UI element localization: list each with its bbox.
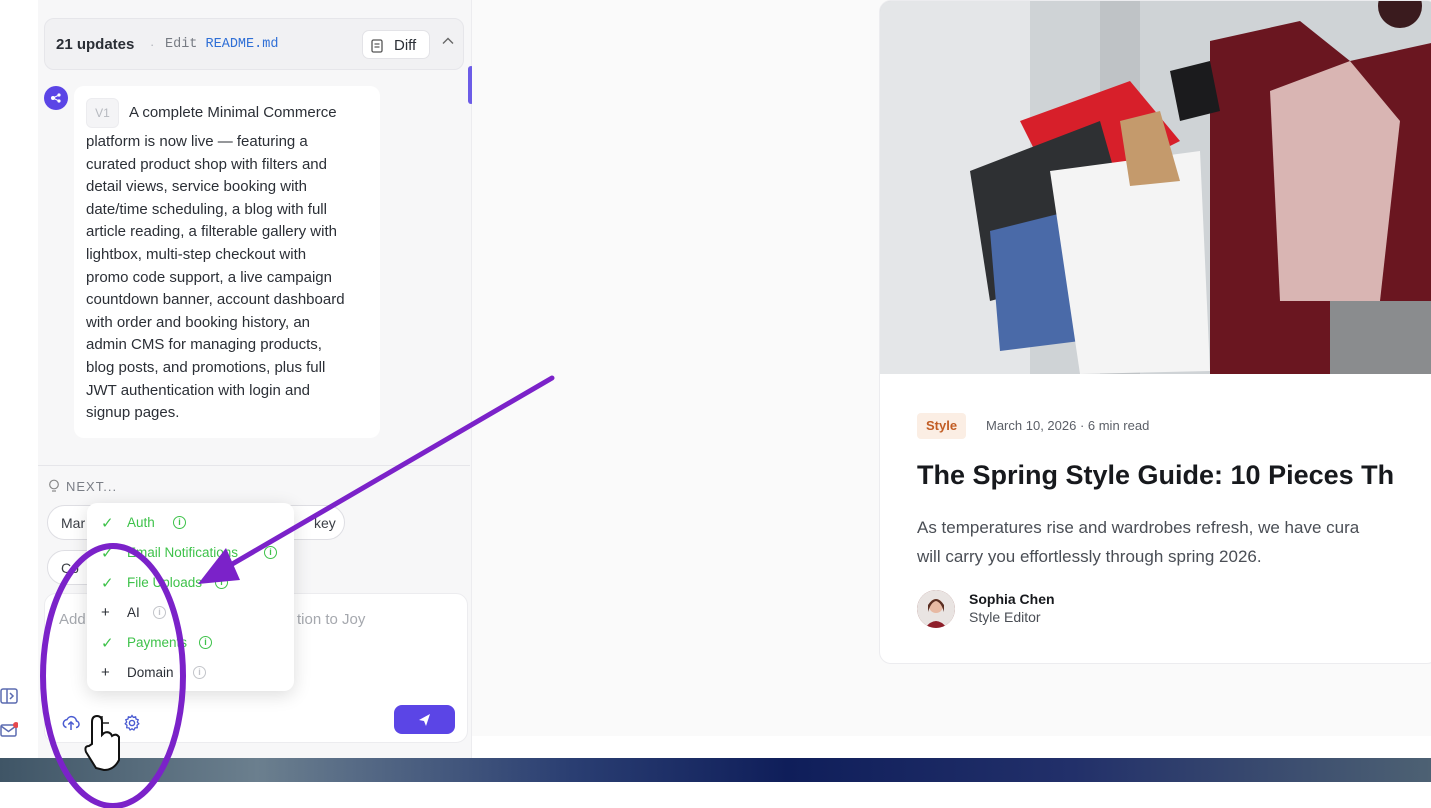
- message-line: date/time scheduling, a blog with full: [86, 200, 327, 218]
- composer-placeholder-end: tion to Joy: [297, 611, 366, 628]
- plus-icon: +: [101, 604, 110, 621]
- suggestion-chip-label: Co: [61, 560, 79, 576]
- composer-placeholder-start: Add: [59, 611, 86, 628]
- chevron-up-icon[interactable]: [441, 34, 455, 48]
- version-badge[interactable]: V1: [86, 98, 119, 128]
- updates-count: 21 updates: [56, 36, 135, 53]
- edit-label: Edit: [165, 37, 198, 52]
- menu-item-label: Auth: [127, 515, 155, 530]
- message-line: signup pages.: [86, 404, 180, 422]
- message-line: with order and booking history, an: [86, 313, 311, 331]
- excerpt-line: will carry you effortlessly through spri…: [917, 547, 1262, 566]
- updates-card: 21 updates · Edit README.md Diff: [44, 18, 464, 70]
- suggestion-chip-label-end: key: [314, 515, 336, 531]
- menu-item-label: Email Notifications: [127, 545, 239, 560]
- left-rail: [0, 0, 38, 758]
- document-icon: [371, 39, 383, 53]
- message-line: countdown banner, account dashboard: [86, 291, 345, 309]
- checkmark-icon: ✓: [101, 635, 114, 652]
- edited-file-link[interactable]: README.md: [206, 37, 279, 52]
- info-icon[interactable]: i: [193, 666, 206, 679]
- send-button[interactable]: [394, 705, 455, 734]
- author-avatar: [917, 590, 955, 628]
- diff-button[interactable]: Diff: [362, 30, 430, 59]
- upload-cloud-icon[interactable]: [61, 713, 81, 733]
- hero-image: [880, 1, 1431, 374]
- excerpt-line: As temperatures rise and wardrobes refre…: [917, 518, 1360, 537]
- suggestion-chip-label: Mar: [61, 515, 86, 531]
- info-icon[interactable]: i: [215, 576, 228, 589]
- info-icon[interactable]: i: [199, 636, 212, 649]
- bottom-margin: [0, 782, 1431, 808]
- assistant-message: V1 A complete Minimal Commerce platform …: [74, 86, 380, 438]
- message-line: article reading, a filterable gallery wi…: [86, 223, 337, 241]
- sidebar-toggle-icon[interactable]: [0, 688, 18, 704]
- checkmark-icon: ✓: [101, 515, 114, 532]
- menu-item-label: File Uploads: [127, 575, 203, 590]
- message-line: lightbox, multi-step checkout with: [86, 245, 307, 263]
- divider: [38, 465, 470, 466]
- checkmark-icon: ✓: [101, 545, 114, 562]
- settings-gear-icon[interactable]: [122, 713, 142, 733]
- plus-icon: +: [101, 664, 110, 681]
- menu-item-label: Domain: [127, 665, 174, 680]
- lightbulb-icon: [49, 479, 59, 492]
- post-excerpt: As temperatures rise and wardrobes refre…: [917, 513, 1431, 571]
- blog-post-card[interactable]: Style March 10, 2026 · 6 min read The Sp…: [879, 0, 1431, 664]
- message-line: admin CMS for managing products,: [86, 336, 322, 354]
- shopping-photo: [880, 1, 1431, 374]
- info-icon[interactable]: i: [153, 606, 166, 619]
- message-line: blog posts, and promotions, plus full: [86, 358, 326, 376]
- message-first-line: A complete Minimal Commerce: [129, 104, 337, 121]
- updates-separator: ·: [150, 37, 155, 52]
- assistant-logo-icon: [51, 93, 61, 103]
- plus-icon[interactable]: [92, 713, 112, 733]
- diff-label: Diff: [394, 37, 417, 54]
- post-headline[interactable]: The Spring Style Guide: 10 Pieces Th: [917, 460, 1394, 491]
- next-suggestions-label: NEXT...: [66, 479, 118, 494]
- message-line: promo code support, a live campaign: [86, 268, 332, 286]
- edit-summary: Edit README.md: [165, 37, 278, 52]
- author-photo: [917, 590, 955, 628]
- author-name: Sophia Chen: [969, 591, 1055, 607]
- integrations-menu: ✓ Auth i ✓ Email Notifications i ✓ File …: [87, 503, 294, 691]
- mail-icon[interactable]: [0, 722, 18, 738]
- menu-item-label: AI: [127, 605, 140, 620]
- message-line: JWT authentication with login and: [86, 381, 311, 399]
- info-icon[interactable]: i: [173, 516, 186, 529]
- message-line: detail views, service booking with: [86, 178, 307, 196]
- message-line: curated product shop with filters and: [86, 155, 327, 173]
- assistant-avatar: [44, 86, 68, 110]
- post-meta: March 10, 2026 · 6 min read: [986, 418, 1150, 433]
- category-tag[interactable]: Style: [917, 413, 967, 439]
- message-line: platform is now live — featuring a: [86, 133, 308, 150]
- send-arrow-icon: [419, 714, 430, 726]
- checkmark-icon: ✓: [101, 575, 114, 592]
- window-bottom-edge: [0, 758, 1431, 782]
- message-body: platform is now live — featuring a curat…: [86, 131, 376, 425]
- info-icon[interactable]: i: [264, 546, 277, 559]
- author-role: Style Editor: [969, 609, 1041, 625]
- menu-item-label: Payments: [127, 635, 188, 650]
